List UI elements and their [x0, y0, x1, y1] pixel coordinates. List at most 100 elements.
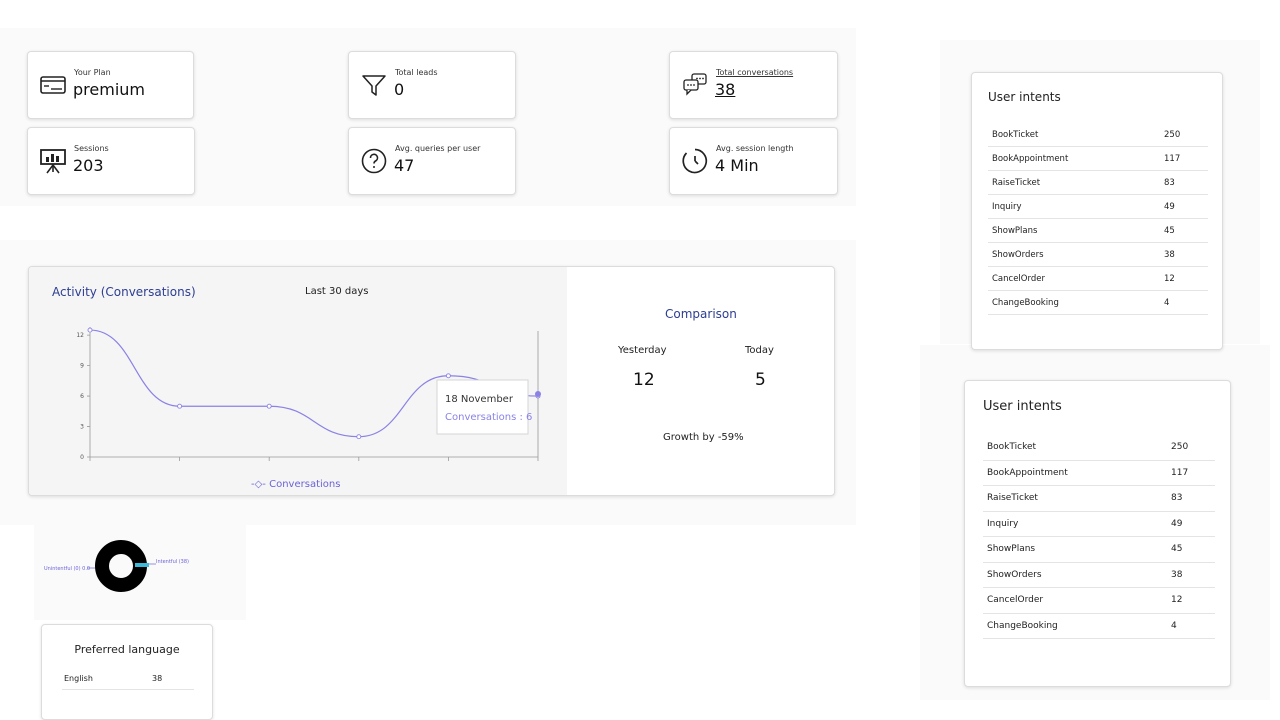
preferred-language-card: Preferred language English 38 [41, 624, 213, 720]
intent-donut-chart: Unintentful (0) 0.0 Intentful (38) [44, 540, 189, 592]
intent-name: ShowPlans [988, 218, 1160, 243]
intent-name: CancelOrder [983, 587, 1167, 614]
yesterday-label: Yesterday [618, 345, 667, 356]
legend-label: Conversations [269, 479, 341, 490]
leads-label: Total leads [395, 68, 438, 77]
data-point[interactable] [266, 403, 272, 409]
user-intents-card-top: User intents BookTicket 250 BookAppointmen… [971, 72, 1223, 350]
intent-count: 250 [1160, 123, 1208, 147]
legend-marker-icon: -◇- [251, 479, 266, 490]
intent-name: RaiseTicket [983, 485, 1167, 512]
data-point[interactable] [177, 403, 183, 409]
table-row: ChangeBooking 4 [988, 290, 1208, 315]
table-row: ShowPlans 45 [988, 218, 1208, 243]
chart-tooltip: 18 November Conversations : 6 [436, 379, 532, 435]
intent-name: Inquiry [988, 194, 1160, 219]
activity-card: Activity (Conversations) Last 30 days 03… [28, 266, 835, 496]
user-intents-table: BookTicket 250 BookAppointment 117 RaiseTick… [983, 435, 1215, 639]
data-point[interactable] [87, 327, 93, 333]
sessions-value: 203 [73, 156, 104, 175]
language-count: 38 [152, 674, 163, 683]
sessions-label: Sessions [74, 144, 109, 153]
conversations-link[interactable]: Total conversations [716, 68, 793, 77]
intent-name: BookTicket [988, 123, 1160, 147]
table-row: ChangeBooking 4 [983, 613, 1215, 639]
intent-name: ChangeBooking [988, 290, 1160, 315]
avg-queries-label: Avg. queries per user [395, 144, 481, 153]
y-tick-label: 6 [80, 393, 84, 400]
stat-card-avg-queries: Avg. queries per user 47 [348, 127, 516, 195]
avg-queries-value: 47 [394, 156, 415, 175]
intent-count: 83 [1167, 485, 1215, 512]
table-row: RaiseTicket 83 [988, 170, 1208, 195]
intent-count: 250 [1167, 435, 1215, 461]
intent-name: Inquiry [983, 511, 1167, 537]
user-intents-card-bottom: User intents BookTicket 250 BookAppointmen… [964, 380, 1231, 687]
intent-count: 117 [1160, 146, 1208, 171]
y-tick-label: 12 [76, 332, 84, 339]
intent-count: 45 [1167, 536, 1215, 563]
tooltip-value: Conversations : 6 [445, 412, 532, 423]
stat-card-conversations[interactable]: Total conversations 38 [669, 51, 838, 119]
intent-count: 12 [1167, 587, 1215, 614]
donut-label-right: Intentful (38) [156, 559, 189, 565]
y-tick-label: 3 [80, 424, 84, 431]
intent-count: 4 [1167, 613, 1215, 639]
table-row: CancelOrder 12 [983, 587, 1215, 614]
conversations-value[interactable]: 38 [715, 80, 735, 99]
today-label: Today [745, 345, 774, 356]
presentation-board-icon [40, 149, 66, 174]
stat-card-sessions: Sessions 203 [27, 127, 195, 195]
table-row: Inquiry 49 [988, 194, 1208, 219]
tooltip-date: 18 November [445, 394, 514, 405]
intent-name: BookAppointment [988, 146, 1160, 171]
user-intents-table: BookTicket 250 BookAppointment 117 RaiseTick… [988, 123, 1208, 315]
growth-text: Growth by -59% [663, 432, 744, 443]
data-point[interactable] [445, 373, 451, 379]
intent-name: RaiseTicket [988, 170, 1160, 195]
donut-label-left: Unintentful (0) 0.0 [44, 566, 90, 572]
table-row: BookTicket 250 [983, 435, 1215, 461]
intent-count: 38 [1160, 242, 1208, 267]
table-row: ShowOrders 38 [983, 562, 1215, 588]
preferred-language-title: Preferred language [74, 643, 180, 656]
donut-slice-unintentful [135, 563, 149, 567]
table-row: ShowPlans 45 [983, 536, 1215, 563]
clock-icon [682, 148, 708, 174]
intent-name: ShowOrders [983, 562, 1167, 588]
avg-session-label: Avg. session length [716, 144, 794, 153]
intent-name: ShowPlans [983, 536, 1167, 563]
intent-name: ChangeBooking [983, 613, 1167, 639]
data-point[interactable] [356, 434, 362, 440]
y-tick-label: 9 [80, 363, 84, 370]
intent-count: 38 [1167, 562, 1215, 588]
stat-card-avg-session: Avg. session length 4 Min [669, 127, 838, 195]
table-row: RaiseTicket 83 [983, 485, 1215, 512]
intent-count: 12 [1160, 266, 1208, 291]
intent-name: BookAppointment [983, 460, 1167, 486]
intent-count: 49 [1167, 511, 1215, 537]
user-intents-title: User intents [988, 90, 1061, 104]
yesterday-value: 12 [633, 370, 655, 390]
avg-session-value: 4 Min [715, 156, 759, 175]
intent-count: 45 [1160, 218, 1208, 243]
leads-value: 0 [394, 80, 405, 99]
language-row: English 38 [62, 671, 194, 690]
intent-count: 83 [1160, 170, 1208, 195]
funnel-icon [362, 75, 386, 96]
stat-card-plan: Your Plan premium [27, 51, 194, 119]
donut-ring [95, 540, 147, 592]
credit-card-icon [40, 76, 66, 94]
intent-count: 117 [1167, 460, 1215, 486]
table-row: BookAppointment 117 [983, 460, 1215, 486]
table-row: BookAppointment 117 [988, 146, 1208, 171]
intent-count: 4 [1160, 290, 1208, 315]
table-row: Inquiry 49 [983, 511, 1215, 537]
language-name: English [64, 674, 93, 683]
user-intents-title: User intents [983, 399, 1062, 414]
activity-line-chart: 0 3 6 9 12 18 November Conversations : 6 [76, 327, 541, 461]
chart-legend-conversations[interactable]: -◇- Conversations [251, 479, 340, 490]
question-circle-icon [361, 148, 387, 174]
plan-label: Your Plan [74, 68, 111, 77]
stat-card-leads: Total leads 0 [348, 51, 516, 119]
